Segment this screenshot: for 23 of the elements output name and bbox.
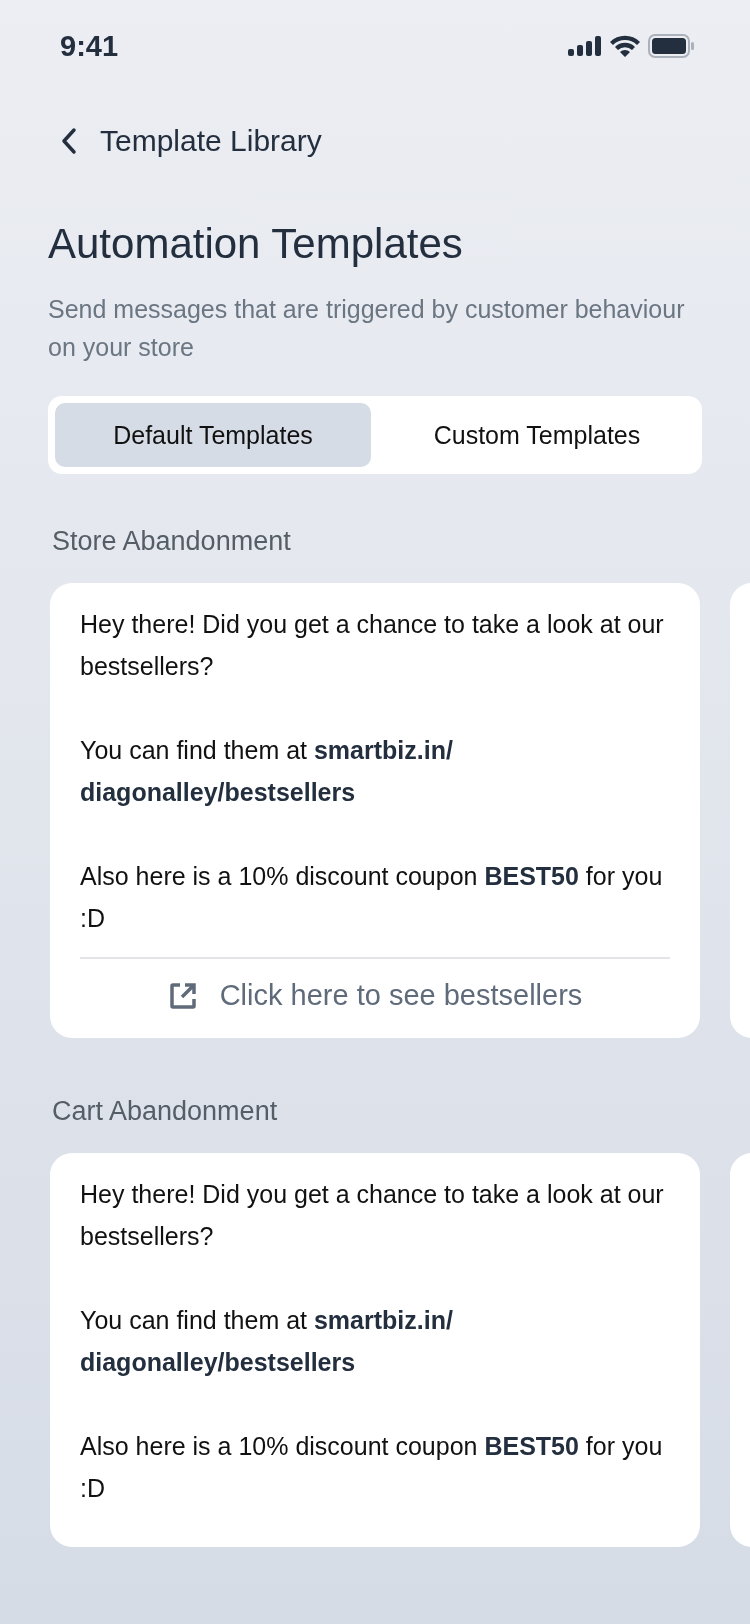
battery-icon bbox=[648, 34, 694, 58]
page-title: Automation Templates bbox=[48, 220, 464, 268]
wifi-icon bbox=[610, 35, 640, 57]
page-subtitle: Send messages that are triggered by customer behaviour on your store bbox=[48, 294, 686, 363]
section-title: Cart Abandonment bbox=[52, 1096, 279, 1127]
message-text: Also here is a 10% discount coupon BEST50 for you :D bbox=[80, 861, 664, 934]
bestsellers-link[interactable]: Click here to see bestsellers bbox=[80, 979, 670, 1012]
back-button[interactable]: Template Library bbox=[60, 124, 322, 158]
message-text: Hey there! Did you get a chance to take a look at our bestsellers? bbox=[80, 1179, 665, 1252]
signal-icon bbox=[568, 36, 602, 56]
template-card[interactable]: Hey there! Did you get a chance to take a look at our bestsellers? You can find them at smartbiz.in/ diagonalley/bestsellers Also here is a 10% discount coupon BEST50 for you :D bbox=[50, 1153, 700, 1547]
template-card[interactable] bbox=[50, 583, 700, 1038]
section-title: Store Abandonment bbox=[52, 526, 292, 557]
back-label: Template Library bbox=[100, 124, 322, 158]
message-text: You can find them at smartbiz.in/ diagonalley/bestsellers bbox=[80, 1305, 454, 1378]
tab[interactable]: Custom Templates bbox=[379, 403, 695, 467]
tab[interactable]: Default Templates bbox=[55, 403, 371, 467]
back-icon bbox=[60, 127, 78, 155]
message-text: You can find them at smartbiz.in/ diagonalley/bestsellers bbox=[80, 735, 454, 808]
message-text: Hey there! Did you get a chance to take a look at our bestsellers? bbox=[80, 609, 665, 682]
external-link-icon bbox=[167, 980, 198, 1011]
message-text: Also here is a 10% discount coupon BEST50 for you :D bbox=[80, 1431, 664, 1504]
status-time: 9:41 bbox=[60, 29, 119, 63]
